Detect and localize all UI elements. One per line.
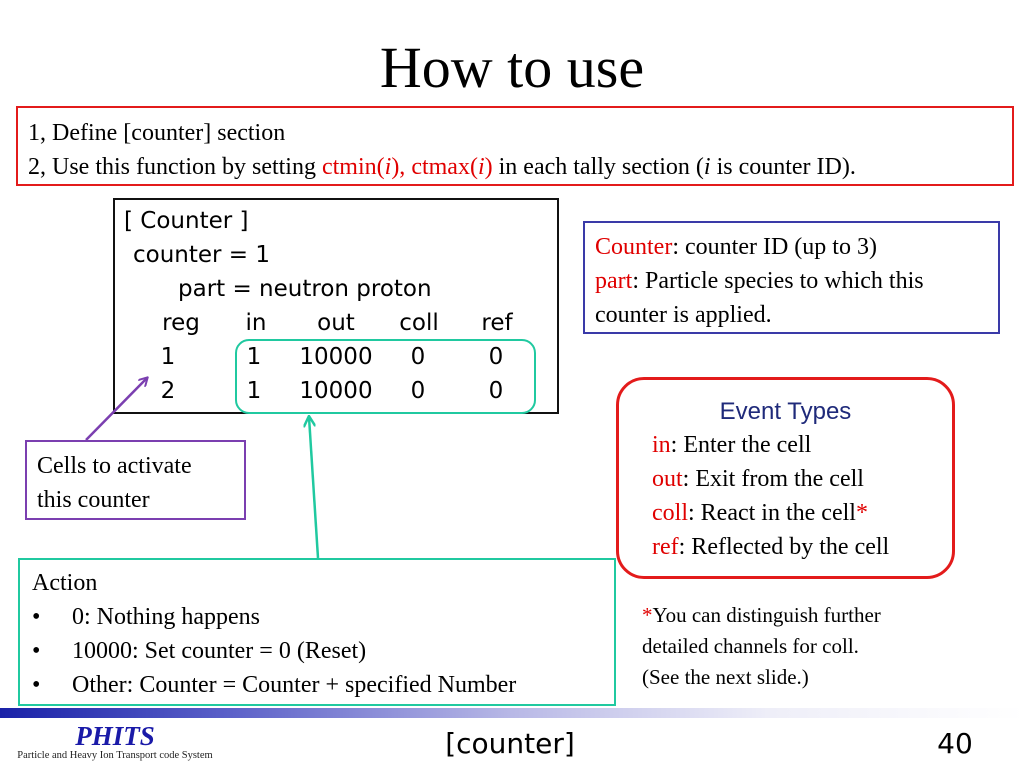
footer-gradient-bar (0, 708, 1024, 718)
phits-logo: PHITS Particle and Heavy Ion Transport c… (17, 721, 213, 761)
connector-arrows (85, 0, 320, 559)
action-arrow (309, 417, 320, 559)
cells-arrow (85, 378, 147, 441)
page-number: 40 (937, 727, 973, 760)
footer-section-title: [counter] (445, 727, 575, 760)
